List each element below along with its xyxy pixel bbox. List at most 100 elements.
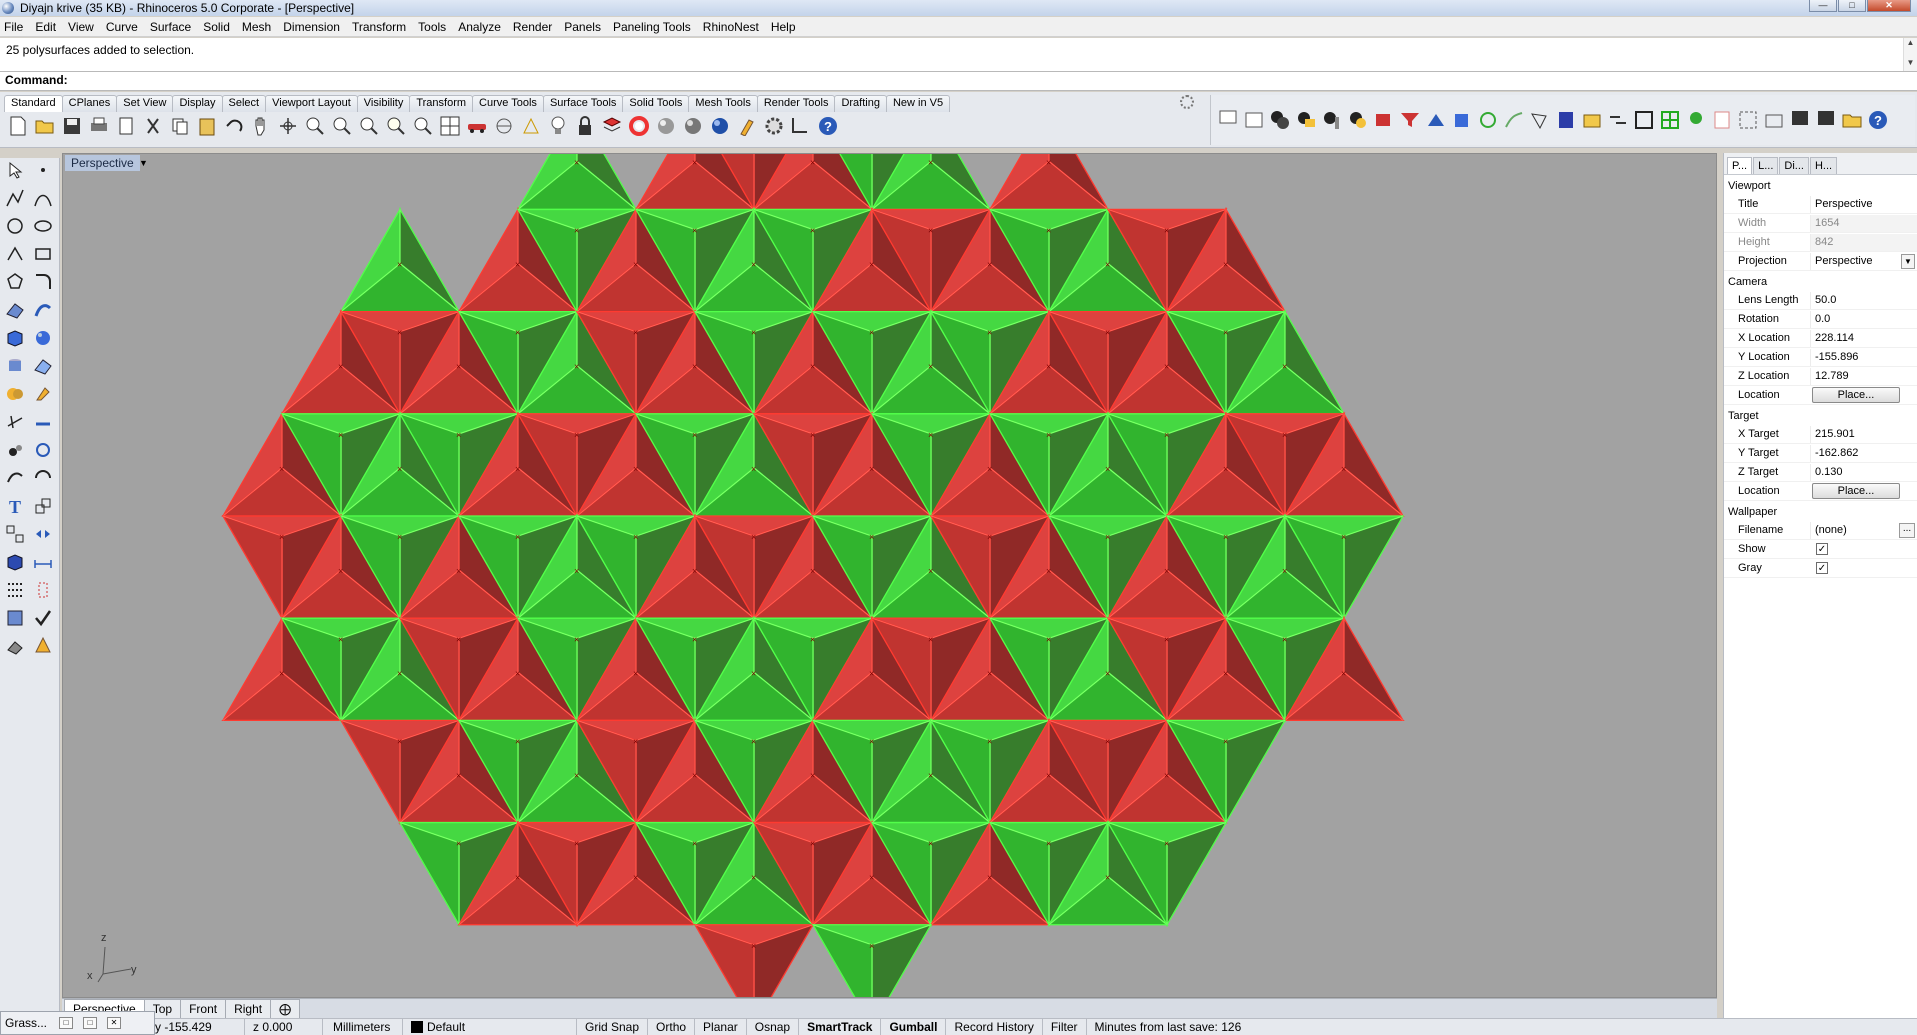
y-location-field[interactable]: -155.896 bbox=[1810, 348, 1917, 366]
rectangle-icon[interactable] bbox=[31, 242, 55, 266]
minimize-button[interactable]: — bbox=[1809, 0, 1837, 12]
building-blue-icon[interactable] bbox=[1555, 107, 1577, 133]
grid-snap-toggle[interactable]: Grid Snap bbox=[577, 1018, 649, 1035]
b-letter-icon[interactable] bbox=[1711, 107, 1733, 133]
save-hpgl-icon[interactable] bbox=[1815, 107, 1837, 133]
zoom-icon[interactable] bbox=[303, 114, 327, 138]
tab-mesh-tools[interactable]: Mesh Tools bbox=[688, 95, 758, 112]
target-place-button[interactable]: Place... bbox=[1812, 483, 1900, 499]
grid-green-icon[interactable] bbox=[1659, 107, 1681, 133]
frame-icon[interactable] bbox=[1737, 107, 1759, 133]
tab-viewport-layout[interactable]: Viewport Layout bbox=[265, 95, 358, 112]
gray-checkbox[interactable]: ✓ bbox=[1816, 562, 1828, 574]
array-icon[interactable] bbox=[3, 522, 27, 546]
curve-cv-icon[interactable] bbox=[31, 186, 55, 210]
tab-cplanes[interactable]: CPlanes bbox=[61, 95, 118, 112]
viewport-title[interactable]: Perspective bbox=[65, 155, 140, 171]
cylinder-icon[interactable] bbox=[3, 354, 27, 378]
zoom-selected-icon[interactable] bbox=[384, 114, 408, 138]
menu-surface[interactable]: Surface bbox=[150, 20, 191, 34]
toolbar-gear-icon[interactable] bbox=[1180, 95, 1194, 109]
open-folder-plugin-icon[interactable] bbox=[1841, 107, 1863, 133]
light-bulb-icon[interactable] bbox=[546, 114, 570, 138]
menu-dimension[interactable]: Dimension bbox=[283, 20, 340, 34]
select-arrow-icon[interactable] bbox=[3, 158, 27, 182]
sort-one-two-icon[interactable] bbox=[1269, 107, 1291, 133]
cut-shape-icon[interactable] bbox=[1425, 107, 1447, 133]
ellipse-icon[interactable] bbox=[31, 214, 55, 238]
points-grid-icon[interactable] bbox=[3, 578, 27, 602]
cube-blue-icon[interactable] bbox=[1451, 107, 1473, 133]
analyze-icon[interactable] bbox=[3, 606, 27, 630]
tab-set-view[interactable]: Set View bbox=[116, 95, 174, 112]
leaf-icon[interactable] bbox=[1477, 107, 1499, 133]
circle-icon[interactable] bbox=[3, 214, 27, 238]
sphere-icon[interactable] bbox=[31, 326, 55, 350]
loft-icon[interactable] bbox=[31, 298, 55, 322]
menu-render[interactable]: Render bbox=[513, 20, 552, 34]
check-icon[interactable] bbox=[31, 606, 55, 630]
copy-icon[interactable] bbox=[168, 114, 192, 138]
solid-box-icon[interactable] bbox=[3, 550, 27, 574]
tab-visibility[interactable]: Visibility bbox=[356, 95, 411, 112]
mesh-icon[interactable] bbox=[31, 354, 55, 378]
menu-file[interactable]: File bbox=[4, 20, 23, 34]
undo-icon[interactable] bbox=[222, 114, 246, 138]
grasshopper-minimized-window[interactable]: Grass... □ □ ✕ bbox=[0, 1011, 155, 1035]
save-icon[interactable] bbox=[60, 114, 84, 138]
panel-tab-help[interactable]: H... bbox=[1809, 157, 1838, 174]
viewport-menu-icon[interactable]: ▼ bbox=[139, 157, 149, 169]
polyline-icon[interactable] bbox=[3, 186, 27, 210]
grasshopper-restore-button[interactable]: □ bbox=[59, 1017, 74, 1029]
units-display[interactable]: Millimeters bbox=[323, 1018, 403, 1035]
history-scrollbar[interactable]: ▲ ▼ bbox=[1903, 38, 1917, 71]
y-target-field[interactable]: -162.862 bbox=[1810, 444, 1917, 462]
print-icon[interactable] bbox=[87, 114, 111, 138]
gumball-toggle[interactable]: Gumball bbox=[881, 1018, 947, 1035]
menu-transform[interactable]: Transform bbox=[352, 20, 406, 34]
record-history-toggle[interactable]: Record History bbox=[946, 1018, 1043, 1035]
menu-rhinonest[interactable]: RhinoNest bbox=[703, 20, 759, 34]
tab-drafting[interactable]: Drafting bbox=[834, 95, 887, 112]
group-icon[interactable] bbox=[31, 438, 55, 462]
save-svg-icon[interactable] bbox=[1789, 107, 1811, 133]
cut-icon[interactable] bbox=[141, 114, 165, 138]
funnel-icon[interactable] bbox=[1399, 107, 1421, 133]
x-location-field[interactable]: 228.114 bbox=[1810, 329, 1917, 347]
projection-select[interactable]: Perspective bbox=[1810, 252, 1901, 270]
maximize-button[interactable]: □ bbox=[1838, 0, 1866, 12]
box-icon[interactable] bbox=[3, 326, 27, 350]
z-target-field[interactable]: 0.130 bbox=[1810, 463, 1917, 481]
plugin-help-icon[interactable]: ? bbox=[1867, 107, 1889, 133]
show-checkbox[interactable]: ✓ bbox=[1816, 543, 1828, 555]
lightbulb-group-icon[interactable] bbox=[1347, 107, 1369, 133]
help-icon[interactable]: ? bbox=[816, 114, 840, 138]
scale-icon[interactable] bbox=[31, 494, 55, 518]
ortho-toggle[interactable]: Ortho bbox=[648, 1018, 696, 1035]
arrow-draw-icon[interactable] bbox=[1529, 107, 1551, 133]
panel-tab-layers[interactable]: L... bbox=[1753, 157, 1779, 174]
car-icon[interactable] bbox=[465, 114, 489, 138]
lens-field[interactable]: 50.0 bbox=[1810, 291, 1917, 309]
layer-icon[interactable] bbox=[600, 114, 624, 138]
rotate-icon[interactable] bbox=[31, 466, 55, 490]
tab-standard[interactable]: Standard bbox=[4, 95, 63, 112]
properties-brush-icon[interactable] bbox=[735, 114, 759, 138]
menu-edit[interactable]: Edit bbox=[35, 20, 56, 34]
tab-surface-tools[interactable]: Surface Tools bbox=[542, 95, 624, 112]
x-target-field[interactable]: 215.901 bbox=[1810, 425, 1917, 443]
tab-transform[interactable]: Transform bbox=[409, 95, 474, 112]
filename-field[interactable]: (none) bbox=[1810, 521, 1899, 539]
tab-curve-tools[interactable]: Curve Tools bbox=[472, 95, 544, 112]
list-icon[interactable] bbox=[1243, 107, 1265, 133]
point-icon[interactable] bbox=[31, 158, 55, 182]
surface-icon[interactable] bbox=[3, 298, 27, 322]
color-wheel-icon[interactable] bbox=[627, 114, 651, 138]
filter-toggle[interactable]: Filter bbox=[1043, 1018, 1087, 1035]
import-icon[interactable] bbox=[114, 114, 138, 138]
fillet-icon[interactable] bbox=[31, 270, 55, 294]
move-icon[interactable] bbox=[3, 466, 27, 490]
menu-view[interactable]: View bbox=[68, 20, 94, 34]
mirror-icon[interactable] bbox=[31, 522, 55, 546]
dimension-tool-icon[interactable] bbox=[789, 114, 813, 138]
